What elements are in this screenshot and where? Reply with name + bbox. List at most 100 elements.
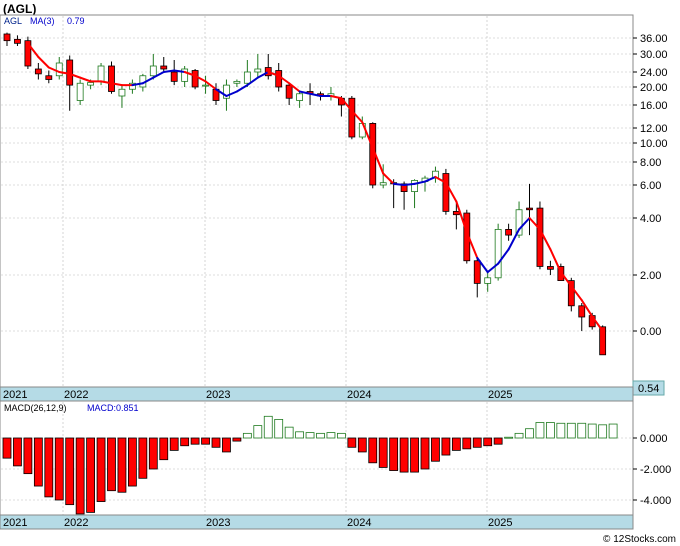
price-tick-label: 8.00 — [640, 157, 661, 169]
price-year-label: 2022 — [64, 389, 88, 401]
macd-bar — [598, 424, 608, 439]
macd-year-label: 2023 — [206, 517, 230, 529]
macd-bar — [86, 437, 95, 513]
watermark: © 12Stocks.com — [603, 534, 676, 545]
macd-year-label: 2024 — [347, 517, 371, 529]
macd-bar — [566, 422, 576, 439]
macd-bar — [535, 422, 545, 439]
price-date-strip — [0, 386, 634, 402]
macd-bar — [117, 437, 127, 493]
price-tick-label: 20.00 — [640, 82, 668, 94]
candle-body — [243, 71, 251, 84]
candle-body — [411, 179, 418, 192]
macd-bar — [274, 418, 284, 439]
macd-bar — [441, 437, 451, 456]
price-tick-label: 36.00 — [640, 33, 668, 45]
macd-tick-label: -2.000 — [640, 464, 671, 476]
candle-body — [118, 88, 126, 97]
candle-body — [526, 207, 533, 211]
macd-bar — [33, 437, 43, 487]
stock-chart-page: (AGL) AGL MA(3) 0.79 36.00 30.00 24.00 20.0… — [0, 0, 680, 546]
candle-body — [452, 210, 460, 216]
candle — [108, 61, 115, 94]
macd-bar — [410, 437, 419, 473]
price-tick-label: 24.00 — [640, 67, 668, 79]
macd-bar — [44, 437, 54, 498]
macd-tick-label: -4.000 — [640, 495, 671, 507]
price-tick-label: 0.00 — [640, 326, 661, 338]
macd-bar — [493, 437, 503, 445]
macd-bar — [222, 437, 231, 453]
macd-bar — [127, 437, 137, 487]
candle-body — [108, 65, 115, 92]
macd-bar — [23, 437, 33, 475]
price-tick-label: 6.00 — [640, 180, 661, 192]
macd-bar — [96, 437, 106, 502]
macd-bar — [305, 432, 315, 439]
macd-bar — [263, 415, 273, 439]
macd-bar — [107, 437, 116, 492]
candle-body — [578, 305, 586, 318]
candle-body — [170, 71, 178, 82]
macd-bar — [65, 437, 75, 506]
macd-bar — [587, 423, 597, 439]
candle-body — [160, 65, 168, 70]
price-y-axis: 36.00 30.00 24.00 20.00 16.00 12.00 10.00 8.00 6… — [633, 33, 668, 338]
stock-chart: (AGL) AGL MA(3) 0.79 36.00 30.00 24.00 20.0… — [0, 2, 676, 545]
macd-bar — [420, 437, 430, 470]
legend-ma: MA(3) — [30, 16, 55, 26]
macd-bar — [326, 432, 336, 439]
macd-bar — [368, 437, 378, 464]
candle-body — [233, 80, 241, 84]
macd-bar — [336, 432, 346, 439]
candle — [191, 69, 199, 90]
price-tick-label: 2.00 — [640, 270, 661, 282]
macd-bar — [347, 437, 357, 448]
candle-body — [55, 62, 63, 77]
macd-bar — [451, 437, 461, 451]
price-year-label: 2024 — [347, 389, 371, 401]
macd-bar — [514, 432, 524, 439]
macd-bar — [242, 432, 252, 439]
macd-year-label: 2022 — [64, 517, 88, 529]
macd-bar — [316, 432, 325, 439]
candle-body — [494, 228, 502, 279]
price-year-label: 2025 — [488, 389, 512, 401]
candle-body — [76, 82, 84, 101]
candle-body — [254, 68, 262, 73]
candle-body — [505, 228, 513, 236]
macd-bar — [284, 426, 294, 439]
macd-bar — [148, 437, 158, 470]
macd-legend-params: MACD(26,12,9) — [4, 403, 67, 413]
macd-year-label: 2021 — [3, 517, 27, 529]
candle-body — [442, 173, 450, 212]
candle-body — [547, 266, 554, 270]
macd-bar — [556, 422, 566, 439]
macd-bar — [546, 422, 555, 439]
last-price-label: 0.54 — [638, 383, 659, 395]
price-year-label: 2023 — [206, 389, 230, 401]
macd-bar — [169, 437, 179, 451]
price-tick-label: 10.00 — [640, 138, 668, 150]
chart-title: (AGL) — [3, 2, 36, 16]
candle-body — [34, 68, 42, 75]
macd-bar — [472, 437, 482, 448]
candle-body — [348, 97, 356, 138]
candle-body — [296, 93, 304, 101]
legend-ma-value: 0.79 — [67, 16, 85, 26]
macd-bar — [138, 437, 148, 479]
macd-bar — [357, 437, 367, 453]
macd-year-label: 2025 — [488, 517, 512, 529]
price-tick-label: 12.00 — [640, 123, 668, 135]
macd-bar — [483, 437, 493, 447]
ma-segment — [392, 182, 406, 186]
macd-bar — [232, 437, 242, 442]
candle-body — [97, 65, 105, 82]
macd-bar — [399, 437, 409, 473]
candle-body — [379, 182, 387, 186]
candle-body — [275, 70, 283, 88]
candle — [348, 96, 356, 140]
macd-bar — [201, 437, 210, 445]
macd-bar — [54, 437, 64, 501]
macd-bar — [504, 436, 514, 439]
